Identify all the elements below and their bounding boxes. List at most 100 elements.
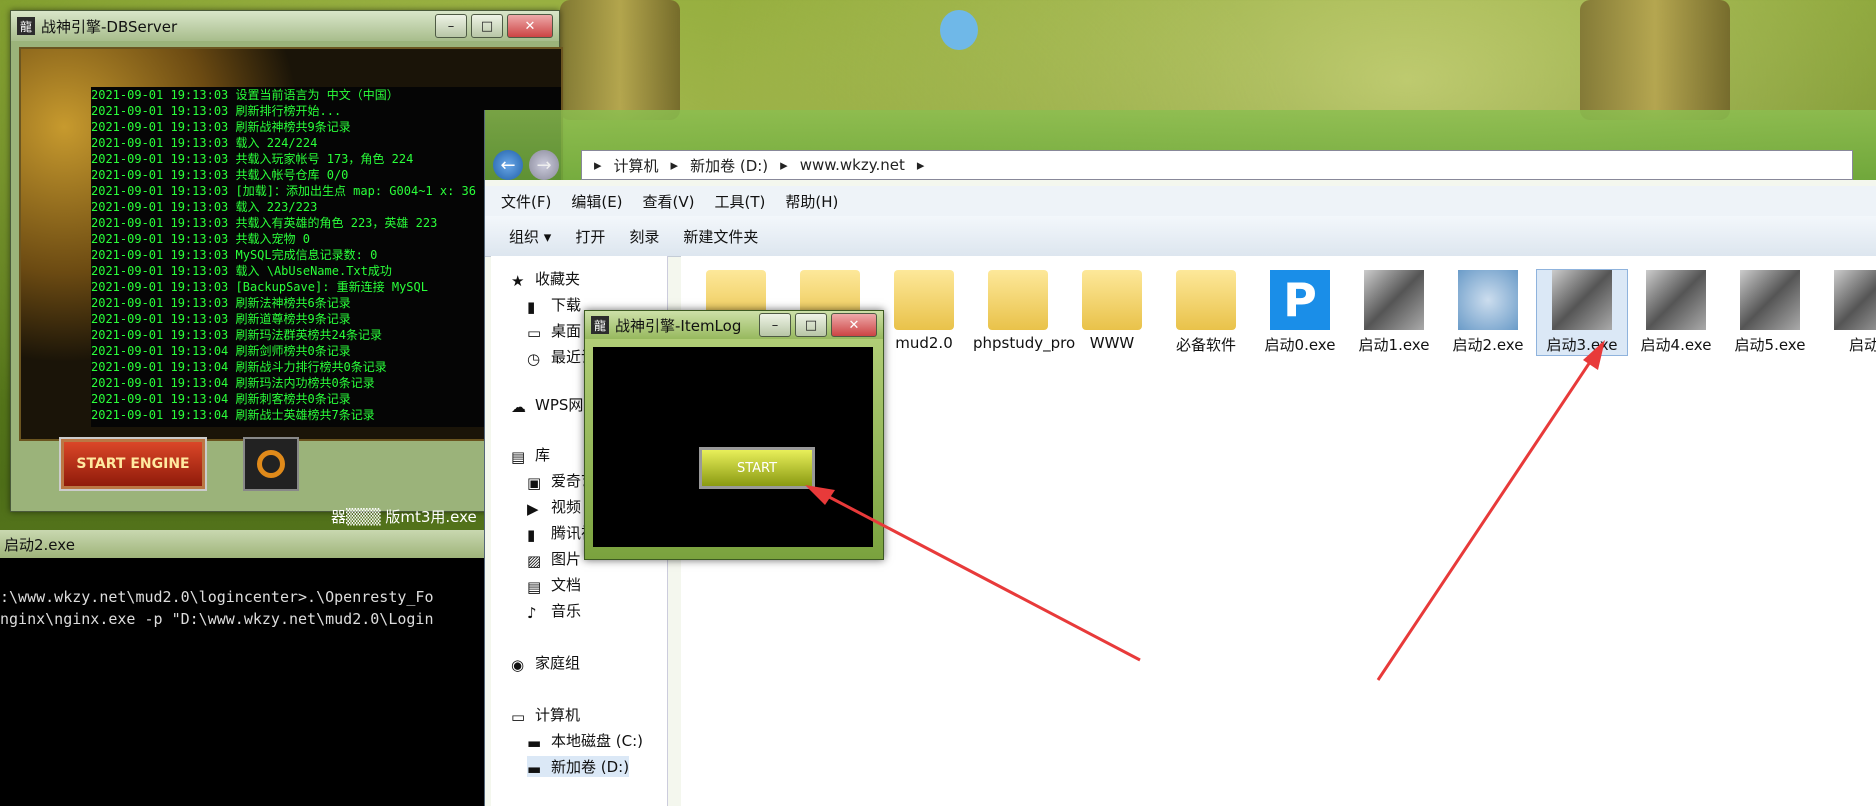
nav-drive-d[interactable]: ▬ 新加卷 (D:) — [527, 756, 630, 778]
close-button[interactable]: ✕ — [507, 14, 553, 38]
folder-icon — [1176, 270, 1236, 330]
p-app-icon: P — [1270, 270, 1330, 330]
computer-icon: ▭ — [511, 707, 526, 726]
dbserver-window[interactable]: 龍 战神引擎-DBServer – □ ✕ 2021-09-01 19:13:0… — [10, 10, 563, 526]
file-item[interactable]: 必备软件 — [1161, 270, 1251, 355]
menu-view[interactable]: 查看(V) — [643, 191, 695, 212]
file-item[interactable]: mud2.0 — [879, 270, 969, 352]
nav-videos[interactable]: ▶ 视频 — [527, 496, 581, 518]
console-window[interactable]: 启动2.exe :\www.wkzy.net\mud2.0\logincente… — [0, 530, 484, 806]
file-item-selected[interactable]: 启动3.exe — [1536, 269, 1628, 356]
file-item[interactable]: 启动1.exe — [1349, 270, 1439, 355]
cloud-icon: ☁ — [511, 397, 526, 416]
menu-file[interactable]: 文件(F) — [501, 191, 551, 212]
start-button[interactable]: START — [699, 447, 815, 489]
breadcrumb-computer[interactable]: 计算机 — [614, 155, 659, 176]
desktop-icon: ▭ — [527, 323, 542, 342]
folder-icon: ▮ — [527, 297, 536, 316]
forward-button[interactable]: → — [529, 150, 559, 180]
log-line: 2021-09-01 19:13:03 设置当前语言为 中文（中国） — [91, 88, 399, 102]
new-folder-button[interactable]: 新建文件夹 — [683, 226, 758, 247]
library-icon: ▤ — [511, 447, 526, 466]
folder-icon — [988, 270, 1048, 330]
drive-icon: ▬ — [527, 759, 542, 778]
address-bar[interactable]: ▸ 计算机 ▸ 新加卷 (D:) ▸ www.wkzy.net ▸ — [581, 150, 1853, 180]
nav-documents[interactable]: ▤ 文档 — [527, 574, 581, 596]
homegroup-icon: ◉ — [511, 655, 525, 674]
menu-edit[interactable]: 编辑(E) — [571, 191, 622, 212]
console-title: 启动2.exe — [0, 530, 484, 558]
file-item[interactable]: 启动4.exe — [1631, 270, 1721, 355]
background-tree — [1580, 0, 1730, 120]
dragon-app-icon — [1740, 270, 1800, 330]
picture-icon: ▨ — [527, 551, 542, 570]
status-text: 器▒▒▒ 版mt3用.exe — [331, 508, 477, 526]
minimize-button[interactable]: – — [435, 14, 467, 38]
burn-button[interactable]: 刻录 — [629, 226, 659, 247]
dbserver-titlebar[interactable]: 龍 战神引擎-DBServer – □ ✕ — [11, 11, 559, 41]
itemlog-titlebar[interactable]: 龍 战神引擎-ItemLog – □ ✕ — [585, 311, 883, 339]
file-item[interactable]: 启动 — [1819, 270, 1876, 355]
open-button[interactable]: 打开 — [575, 226, 605, 247]
gear-app-icon — [1458, 270, 1518, 330]
itemlog-window[interactable]: 龍 战神引擎-ItemLog – □ ✕ START — [584, 310, 884, 560]
folder-icon: ▮ — [527, 525, 536, 544]
nav-homegroup[interactable]: ◉ 家庭组 — [511, 652, 580, 674]
dragon-app-icon — [1834, 270, 1876, 330]
music-icon: ♪ — [527, 603, 537, 622]
dragon-app-icon — [1646, 270, 1706, 330]
nav-pictures[interactable]: ▨ 图片 — [527, 548, 581, 570]
organize-button[interactable]: 组织 ▾ — [509, 226, 551, 247]
settings-gear-button[interactable] — [243, 437, 299, 491]
breadcrumb-wkzy[interactable]: www.wkzy.net — [800, 156, 905, 174]
dragon-app-icon: 龍 — [17, 17, 35, 35]
dragon-app-icon: 龍 — [591, 316, 609, 334]
chevron-right-icon: ▸ — [916, 156, 925, 174]
nav-desktop[interactable]: ▭ 桌面 — [527, 320, 581, 342]
console-line: nginx\nginx.exe -p "D:\www.wkzy.net\mud2… — [0, 610, 434, 628]
maximize-button[interactable]: □ — [795, 313, 827, 337]
itemlog-panel: START — [593, 347, 873, 547]
close-button[interactable]: ✕ — [831, 313, 877, 337]
nav-favorites[interactable]: ★ 收藏夹 — [511, 268, 580, 290]
file-item[interactable]: P 启动0.exe — [1255, 270, 1345, 355]
folder-icon — [1082, 270, 1142, 330]
recent-icon: ◷ — [527, 349, 541, 368]
nav-downloads[interactable]: ▮ 下载 — [527, 294, 581, 316]
back-button[interactable]: ← — [493, 150, 523, 180]
document-icon: ▤ — [527, 577, 542, 596]
start-engine-button[interactable]: START ENGINE — [59, 437, 207, 491]
chevron-right-icon: ▸ — [780, 156, 788, 174]
dragon-app-icon — [1552, 270, 1612, 330]
nav-music[interactable]: ♪ 音乐 — [527, 600, 581, 622]
background-tree — [560, 0, 680, 120]
file-item[interactable]: 启动2.exe — [1443, 270, 1533, 355]
minimize-button[interactable]: – — [759, 313, 791, 337]
menu-bar: 文件(F) 编辑(E) 查看(V) 工具(T) 帮助(H) — [485, 186, 1876, 216]
nav-library[interactable]: ▤ 库 — [511, 444, 550, 466]
iqiyi-icon: ▣ — [527, 473, 542, 492]
file-item[interactable]: WWW — [1067, 270, 1157, 352]
folder-icon — [894, 270, 954, 330]
menu-tools[interactable]: 工具(T) — [715, 191, 766, 212]
drive-icon: ▬ — [527, 733, 542, 752]
owl-desktop-icon[interactable] — [940, 10, 978, 50]
console-output[interactable]: :\www.wkzy.net\mud2.0\logincenter>.\Open… — [0, 558, 484, 630]
folder-icon: ▸ — [594, 156, 602, 174]
menu-help[interactable]: 帮助(H) — [785, 191, 838, 212]
console-line: :\www.wkzy.net\mud2.0\logincenter>.\Open… — [0, 588, 434, 606]
maximize-button[interactable]: □ — [471, 14, 503, 38]
nav-drive-c[interactable]: ▬ 本地磁盘 (C:) — [527, 730, 643, 752]
breadcrumb-drive-d[interactable]: 新加卷 (D:) — [690, 155, 768, 176]
itemlog-title: 战神引擎-ItemLog — [615, 316, 742, 335]
star-icon: ★ — [511, 271, 525, 290]
nav-computer[interactable]: ▭ 计算机 — [511, 704, 580, 726]
chevron-right-icon: ▸ — [670, 156, 679, 174]
file-item[interactable]: 启动5.exe — [1725, 270, 1815, 355]
command-bar: 组织 ▾ 打开 刻录 新建文件夹 — [485, 216, 1876, 257]
dragon-app-icon — [1364, 270, 1424, 330]
file-item[interactable]: phpstudy_pro — [973, 270, 1075, 352]
nav-wps[interactable]: ☁ WPS网 — [511, 394, 583, 416]
dbserver-dragon-frame: 2021-09-01 19:13:03 设置当前语言为 中文（中国） 2021-… — [19, 47, 563, 441]
gear-icon — [257, 450, 285, 478]
